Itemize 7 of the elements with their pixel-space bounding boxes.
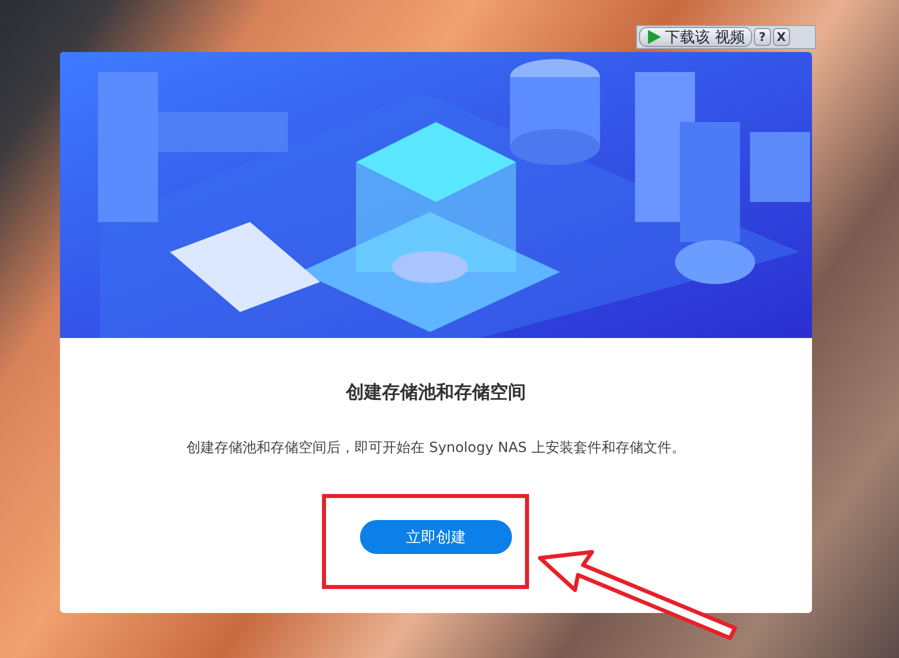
download-video-button[interactable]: 下载该 视频 [639, 27, 752, 47]
dialog-title: 创建存储池和存储空间 [344, 381, 527, 405]
play-icon [646, 29, 662, 45]
help-button[interactable]: ? [754, 28, 771, 46]
close-button[interactable]: X [772, 28, 790, 46]
dialog-description: 创建存储池和存储空间后，即可开始在 Synology NAS 上安装套件和存储文件。 [186, 439, 686, 458]
create-now-button[interactable]: 立即创建 [360, 520, 512, 554]
